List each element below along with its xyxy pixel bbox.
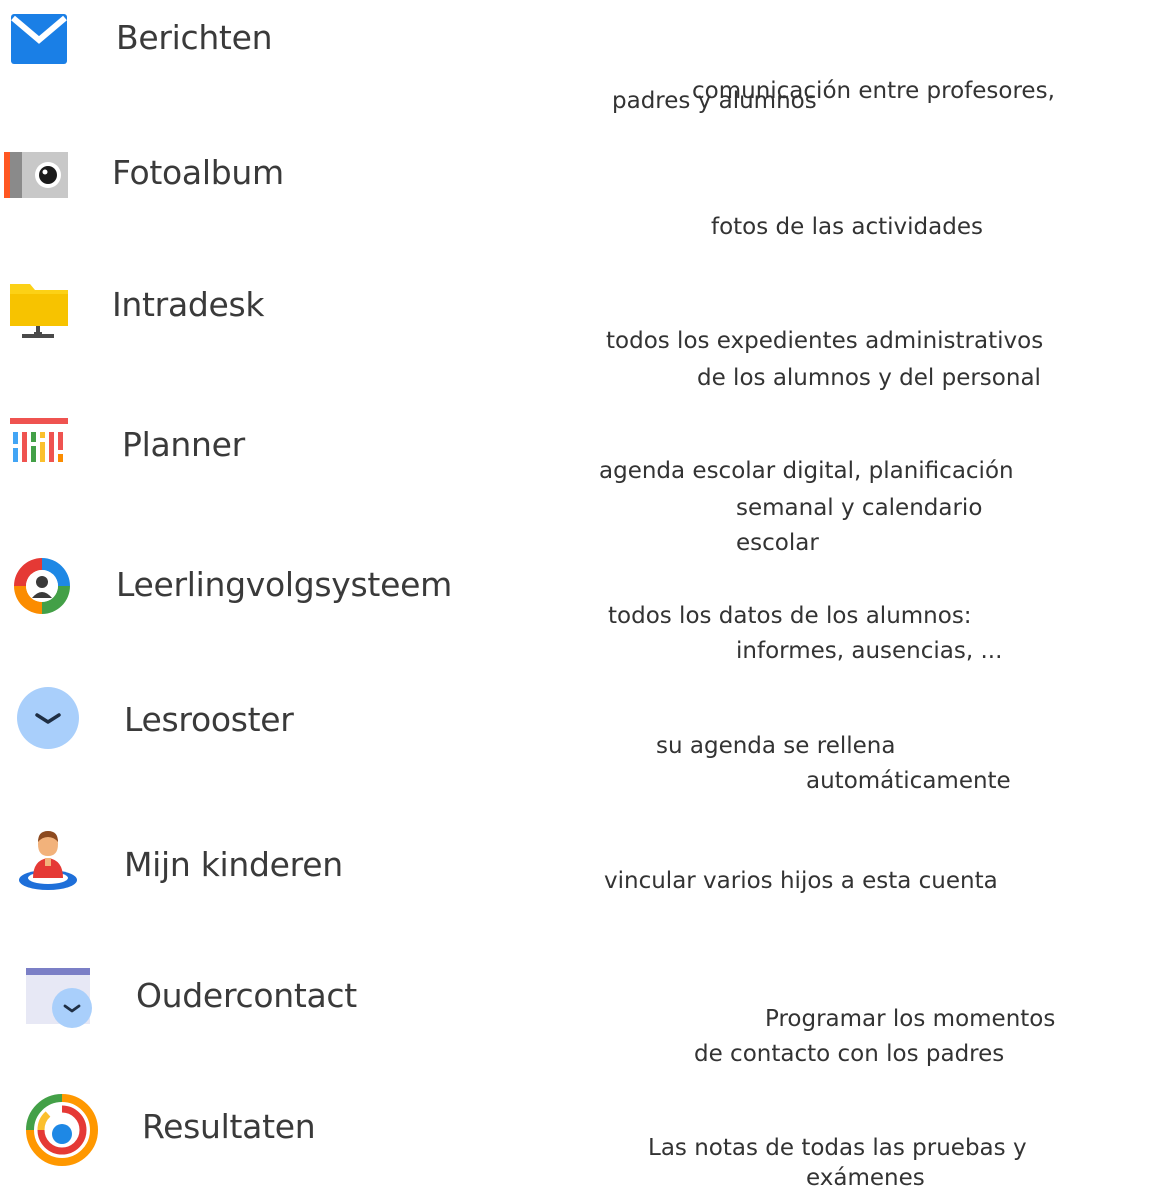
oudercontact-desc-line-1: Programar los momentos: [765, 1006, 1056, 1032]
fotoalbum-desc-line-1: fotos de las actividades: [711, 214, 983, 240]
camera-icon: [4, 152, 68, 198]
intradesk-desc-line-1: todos los expedientes administrativos: [606, 328, 1044, 354]
envelope-icon: [11, 14, 67, 64]
lesrooster-desc-line-2: automáticamente: [806, 768, 1011, 794]
folder-icon: [10, 284, 68, 338]
results-ring-icon: [26, 1094, 98, 1166]
resultaten-desc-line-2: exámenes: [806, 1165, 925, 1191]
oudercontact-label[interactable]: Oudercontact: [136, 976, 357, 1015]
intradesk-desc-line-2: de los alumnos y del personal: [697, 365, 1041, 391]
mijn-kinderen-desc-line-1: vincular varios hijos a esta cuenta: [604, 868, 998, 894]
planner-desc-line-3: escolar: [736, 530, 819, 556]
planner-desc-line-1: agenda escolar digital, planificación: [599, 458, 1014, 484]
fotoalbum-label[interactable]: Fotoalbum: [112, 153, 284, 192]
resultaten-desc-line-1: Las notas de todas las pruebas y: [648, 1135, 1027, 1161]
planner-desc-line-2: semanal y calendario: [736, 495, 983, 521]
lesrooster-label[interactable]: Lesrooster: [124, 700, 294, 739]
berichten-label[interactable]: Berichten: [116, 18, 273, 57]
calendar-clock-icon: [26, 968, 92, 1028]
intradesk-label[interactable]: Intradesk: [112, 285, 265, 324]
leerlingvolgsysteem-label[interactable]: Leerlingvolgsysteem: [116, 565, 452, 604]
student-tracking-icon: [14, 558, 70, 614]
child-person-icon: [19, 831, 77, 890]
lesrooster-desc-line-1: su agenda se rellena: [656, 733, 896, 759]
leerlingvolgsysteem-desc-line-1: todos los datos de los alumnos:: [608, 603, 972, 629]
berichten-desc-line-2: padres y alumnos: [612, 88, 817, 114]
mijn-kinderen-label[interactable]: Mijn kinderen: [124, 845, 343, 884]
resultaten-label[interactable]: Resultaten: [142, 1107, 316, 1146]
oudercontact-desc-line-2: de contacto con los padres: [694, 1041, 1005, 1067]
clock-icon: [17, 687, 79, 749]
leerlingvolgsysteem-desc-line-2: informes, ausencias, ...: [736, 638, 1003, 664]
planner-icon: [10, 418, 68, 474]
planner-label[interactable]: Planner: [122, 425, 245, 464]
